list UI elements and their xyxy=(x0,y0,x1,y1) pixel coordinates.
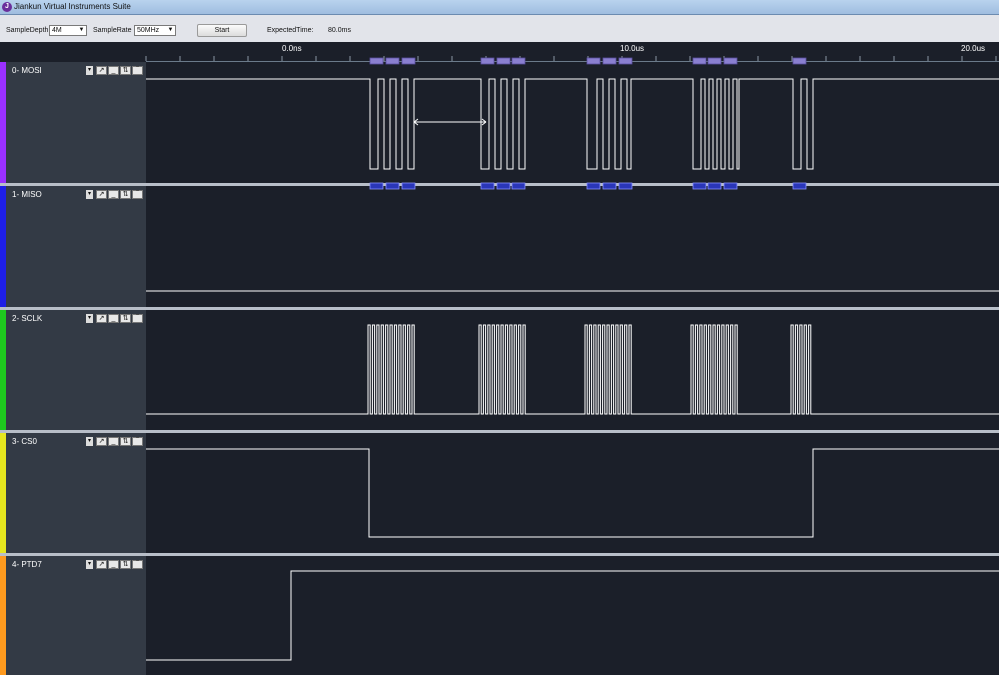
cs0-waveform xyxy=(146,448,999,538)
decode-marker xyxy=(511,182,526,190)
decode-marker xyxy=(480,182,495,190)
decode-marker xyxy=(401,182,416,190)
decode-marker xyxy=(707,182,722,190)
decode-marker xyxy=(385,57,400,65)
decode-marker xyxy=(692,57,707,65)
decode-marker xyxy=(511,57,526,65)
decode-marker xyxy=(586,182,601,190)
decode-marker xyxy=(480,57,495,65)
waveform-canvas[interactable] xyxy=(0,0,999,675)
decode-marker xyxy=(618,182,633,190)
decode-marker xyxy=(586,57,601,65)
decode-marker xyxy=(792,57,807,65)
decode-marker xyxy=(385,182,400,190)
decode-marker xyxy=(369,57,384,65)
sclk-waveform xyxy=(146,324,999,415)
decode-marker xyxy=(692,182,707,190)
decode-marker xyxy=(707,57,722,65)
decode-marker xyxy=(723,57,738,65)
mosi-waveform xyxy=(146,78,999,170)
decode-marker xyxy=(369,182,384,190)
decode-marker xyxy=(496,57,511,65)
decode-marker xyxy=(496,182,511,190)
decode-marker xyxy=(401,57,416,65)
decode-marker xyxy=(618,57,633,65)
decode-marker xyxy=(792,182,807,190)
decode-marker xyxy=(723,182,738,190)
decode-marker xyxy=(602,182,617,190)
ptd7-waveform xyxy=(146,570,999,661)
decode-marker xyxy=(602,57,617,65)
